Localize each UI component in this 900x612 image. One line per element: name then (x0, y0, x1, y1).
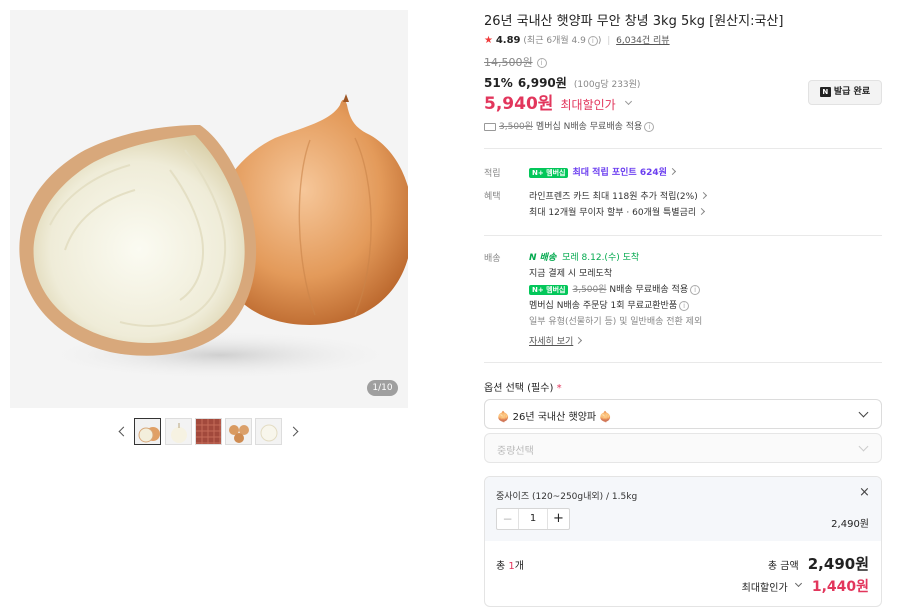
option-select-2[interactable]: 중량선택 (484, 433, 882, 463)
thumb-prev-button[interactable] (116, 424, 129, 440)
option-select-1-value: 🧅 26년 국내산 햇양파 🧅 (497, 412, 612, 423)
product-title: 26년 국내산 햇양파 무안 창녕 3kg 5kg [원산지:국산] (484, 14, 784, 29)
original-price: 14,500원 i (484, 54, 547, 70)
naver-n-icon: N (819, 86, 831, 97)
total-amount: 2,490원 (807, 555, 869, 573)
n-delivery-logo: N 배송 (529, 253, 557, 263)
shipping-line-4: 일부 유형(선물하기 등) 및 일반배송 전환 제외 (529, 317, 703, 327)
thumbnail-3[interactable] (195, 418, 222, 445)
max-discount-total-label: 최대할인가 (741, 583, 788, 594)
decrease-button[interactable]: − (497, 509, 519, 529)
star-icon: ★ (484, 35, 493, 46)
discount-rate: 51% (484, 76, 513, 90)
chevron-down-icon (858, 407, 869, 418)
selected-option-price: 2,490원 (831, 519, 869, 530)
divider (484, 235, 882, 236)
shipping-line-2: N+ 멤버십 3,500원 N배송 무료배송 적용 i (529, 282, 701, 295)
shipping-line-1: 지금 결제 시 모레도착 (529, 269, 613, 279)
image-counter: 1/10 (367, 380, 398, 396)
points-row[interactable]: N+ 멤버십 최대 적립 포인트 624원 (529, 165, 676, 178)
shipping-label: 배송 (484, 254, 501, 264)
thumbnail-1[interactable] (134, 418, 161, 445)
max-discount-total: 1,440원 (811, 579, 869, 595)
thumbnail-5[interactable] (255, 418, 282, 445)
info-icon: i (644, 121, 655, 132)
divider (484, 148, 882, 149)
chevron-left-icon (118, 426, 129, 437)
total-label: 총 금액 (767, 561, 799, 572)
arrival-date: 모레 8.12.(수) 도착 (562, 253, 640, 263)
sale-price: 6,990원 (517, 76, 567, 90)
thumbnail-2[interactable] (165, 418, 192, 445)
option-select-2-placeholder: 중량선택 (497, 446, 534, 457)
onion-white-thumb (256, 419, 281, 444)
truck-icon (484, 122, 496, 131)
rating-recent: (최근 6개월 4.9 i) (523, 35, 602, 46)
quantity-value[interactable]: 1 (519, 509, 547, 529)
shipping-arrival-row: N 배송 모레 8.12.(수) 도착 (529, 250, 639, 263)
benefit-label: 혜택 (484, 192, 501, 202)
main-product-image[interactable]: 1/10 (10, 10, 408, 408)
remove-option-button[interactable]: × (859, 485, 870, 500)
selected-option-name: 중사이즈 (120~250g내외) / 1.5kg (496, 492, 638, 502)
shipping-more-link[interactable]: 자세히 보기 (529, 334, 583, 347)
shipping-line-3: 멤버십 N배송 주문당 1회 무료교환반품 i (529, 298, 690, 311)
onion-pile-thumb (226, 419, 251, 444)
onion-sack-thumb (196, 419, 221, 444)
option-title: 옵션 선택 (필수) * (484, 383, 562, 394)
info-icon: i (536, 58, 547, 68)
chevron-down-icon (858, 441, 869, 452)
onion-half-thumb (135, 419, 160, 444)
chevron-down-icon (794, 579, 802, 588)
rating-value: 4.89 (495, 35, 521, 46)
coupon-button[interactable]: N 발급 완료 (808, 80, 882, 105)
onion-photo (19, 94, 408, 380)
points-label: 적립 (484, 169, 501, 179)
divider (484, 362, 882, 363)
info-icon: i (690, 284, 701, 295)
info-icon: i (587, 35, 598, 46)
info-icon: i (679, 300, 690, 311)
max-discount-price: 5,940원 (484, 94, 554, 114)
max-discount-total-row[interactable]: 최대할인가 1,440원 (742, 576, 869, 596)
chevron-right-icon (288, 426, 299, 437)
quantity-stepper: − 1 + (496, 508, 570, 530)
review-link[interactable]: 6,034건 리뷰 (616, 36, 669, 46)
benefit-installment[interactable]: 최대 12개월 무이자 할부 · 60개월 특별금리 (529, 205, 706, 218)
total-amount-row: 총 금액 2,490원 (768, 553, 869, 574)
total-count: 총 1개 (496, 561, 524, 572)
chevron-down-icon (624, 97, 632, 106)
max-discount-label: 최대할인가 (560, 98, 616, 112)
membership-badge: N+ 멤버십 (529, 284, 569, 295)
option-select-1[interactable]: 🧅 26년 국내산 햇양파 🧅 (484, 399, 882, 429)
benefit-card[interactable]: 라인프렌즈 카드 최대 118원 추가 적립(2%) (529, 189, 707, 202)
max-discount-row[interactable]: 5,940원 최대할인가 (484, 89, 632, 114)
onion-peeled-thumb (166, 419, 191, 444)
membership-badge: N+ 멤버십 (529, 167, 569, 178)
delivery-fee-note: 3,500원 멤버십 N배송 무료배송 적용 i (484, 119, 655, 132)
selected-option-card: 중사이즈 (120~250g내외) / 1.5kg × − 1 + 2,490원… (484, 476, 882, 607)
rating-row: ★ 4.89 (최근 6개월 4.9 i) | 6,034건 리뷰 (484, 35, 670, 46)
thumb-next-button[interactable] (288, 424, 302, 440)
increase-button[interactable]: + (547, 509, 569, 529)
thumbnail-4[interactable] (225, 418, 252, 445)
